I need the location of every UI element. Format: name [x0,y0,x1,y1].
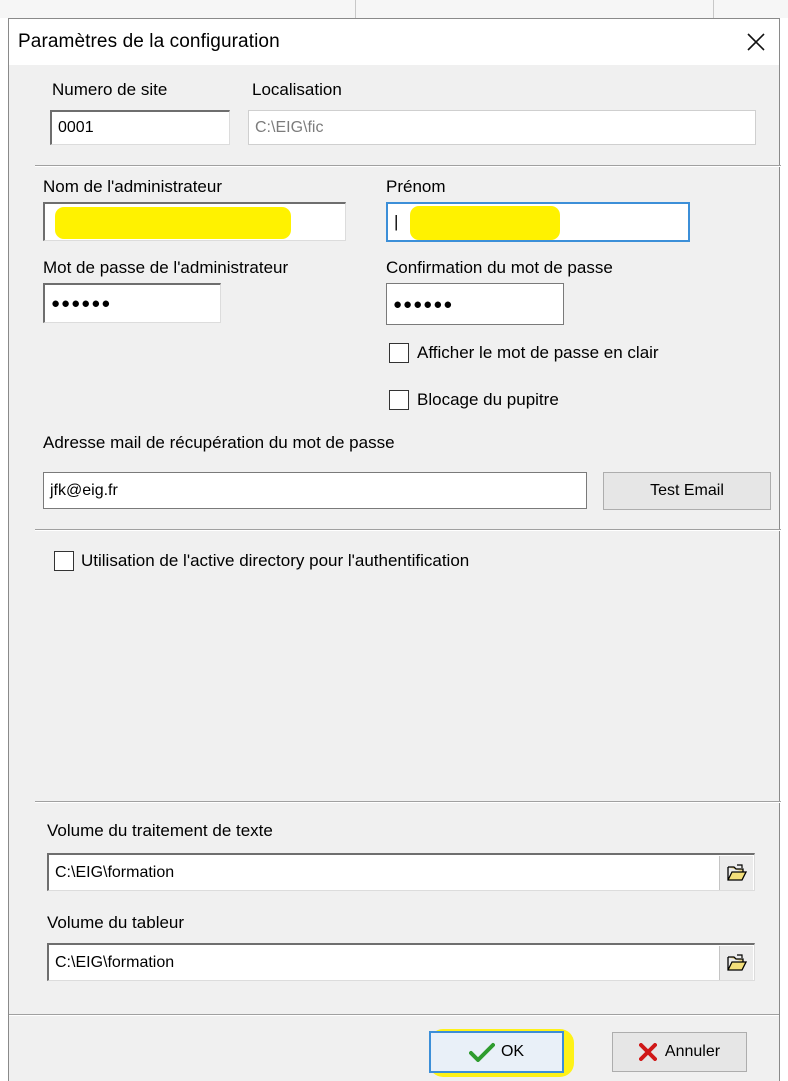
cancel-label: Annuler [664,1043,721,1060]
lock-console-label[interactable]: Blocage du pupitre [417,390,559,410]
close-button[interactable] [733,19,779,65]
folder-open-icon [726,864,747,881]
background-divider [713,0,714,18]
dialog-title: Paramètres de la configuration [18,31,280,52]
folder-open-icon [726,954,747,971]
text-volume-value: C:\EIG\formation [55,863,175,881]
confirm-password-value: ●●●●●● [393,295,454,313]
site-number-label: Numero de site [52,80,168,99]
cross-icon [638,1043,657,1061]
separator [9,1014,779,1016]
ok-button[interactable]: OK [429,1031,564,1073]
spreadsheet-volume-browse-button[interactable] [719,946,753,980]
confirm-password-label: Confirmation du mot de passe [386,258,613,277]
redaction-highlight [55,207,291,239]
admin-name-field[interactable] [43,202,346,241]
background-divider [355,0,356,18]
localisation-value: C:\EIG\fic [255,118,324,136]
localisation-label: Localisation [252,80,342,99]
active-directory-checkbox[interactable] [54,551,74,571]
close-icon [747,33,765,51]
separator [35,801,781,803]
background-window-strip [0,0,788,18]
title-bar: Paramètres de la configuration [9,19,779,65]
cancel-button[interactable]: Annuler [612,1032,747,1072]
admin-password-field[interactable]: ●●●●●● [43,283,221,323]
lock-console-checkbox[interactable] [389,390,409,410]
check-icon [468,1043,495,1062]
admin-password-label: Mot de passe de l'administrateur [43,258,289,277]
spreadsheet-volume-field[interactable]: C:\EIG\formation [47,943,755,981]
test-email-button[interactable]: Test Email [603,472,771,510]
text-volume-browse-button[interactable] [719,856,753,890]
active-directory-label[interactable]: Utilisation de l'active directory pour l… [81,551,469,571]
recovery-email-value: jfk@eig.fr [50,481,118,499]
redaction-highlight [410,206,560,240]
site-number-value: 0001 [58,119,94,136]
site-number-field[interactable]: 0001 [50,110,230,145]
admin-name-label: Nom de l'administrateur [43,177,222,196]
text-volume-field[interactable]: C:\EIG\formation [47,853,755,891]
ok-label: OK [500,1043,525,1060]
spreadsheet-volume-label: Volume du tableur [47,913,185,932]
text-caret: | [394,212,399,231]
text-volume-label: Volume du traitement de texte [47,821,273,840]
first-name-field[interactable]: | [386,202,690,242]
test-email-label: Test Email [650,482,724,499]
spreadsheet-volume-value: C:\EIG\formation [55,953,175,971]
confirm-password-field[interactable]: ●●●●●● [386,283,564,325]
recovery-email-label: Adresse mail de récupération du mot de p… [43,433,395,452]
configuration-dialog: Paramètres de la configuration Numero de… [8,18,781,1081]
localisation-field: C:\EIG\fic [248,110,756,145]
show-password-label[interactable]: Afficher le mot de passe en clair [417,343,659,363]
show-password-checkbox[interactable] [389,343,409,363]
recovery-email-field[interactable]: jfk@eig.fr [43,472,587,509]
separator [35,529,781,531]
first-name-label: Prénom [386,177,446,196]
admin-password-value: ●●●●●● [51,295,112,312]
separator [35,165,781,167]
